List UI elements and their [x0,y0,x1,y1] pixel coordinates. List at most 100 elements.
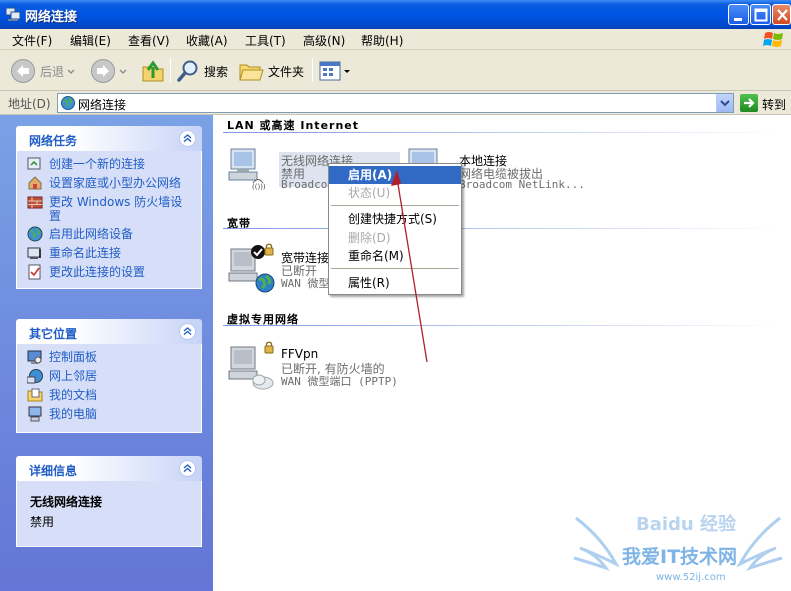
task-change-settings[interactable]: 更改此连接的设置 [27,264,193,280]
menu-view[interactable]: 查看(V) [128,32,170,49]
menu-file[interactable]: 文件(F) [12,32,52,49]
task-label: 更改此连接的设置 [49,265,146,279]
back-arrow-icon [11,59,35,83]
folders-label: 文件夹 [268,64,305,79]
network-globe-icon [61,96,75,110]
place-network-neighborhood[interactable]: 网上邻居 [27,369,193,384]
watermark-brand: Baidu 经验 [636,513,737,535]
place-control-panel[interactable]: 控制面板 [27,350,193,365]
forward-button[interactable] [90,57,130,85]
search-icon [177,60,198,82]
details-title: 详细信息 [29,464,78,478]
menu-tools[interactable]: 工具(T) [245,32,286,49]
menu-favorites[interactable]: 收藏(A) [186,32,228,49]
network-tasks-header[interactable]: 网络任务 [16,126,202,151]
details-connection-status: 禁用 [30,515,55,529]
home-network-icon [28,176,42,190]
folders-icon [239,64,264,81]
collapse-icon[interactable] [179,130,196,147]
task-create-connection[interactable]: 创建一个新的连接 [27,157,193,172]
watermark-logo: Baidu 经验 我爱IT技术网 www.52ij.com [573,513,783,583]
up-folder-button[interactable] [140,57,166,85]
place-label: 我的文档 [49,388,98,402]
address-label: 地址(D) [8,97,51,111]
address-dropdown[interactable] [716,94,733,112]
group-lan-header: LAN 或高速 Internet [227,119,360,132]
other-places-body: 控制面板 网上邻居 我的文档 我的电脑 [16,344,202,433]
collapse-icon[interactable] [179,323,196,340]
chevron-down-icon [67,69,75,74]
forward-arrow-icon [91,59,115,83]
wireless-connection-device: Broadcom [281,178,334,191]
menu-bar: 文件(F) 编辑(E) 查看(V) 收藏(A) 工具(T) 高级(N) 帮助(H… [0,29,791,50]
details-body: 无线网络连接 禁用 [16,481,202,547]
network-connections-icon [5,7,21,21]
place-label: 控制面板 [49,350,98,364]
task-label: 创建一个新的连接 [49,157,146,171]
control-panel-icon [27,350,42,364]
globe-icon [27,226,43,242]
chevron-down-icon [344,70,350,73]
place-my-documents[interactable]: 我的文档 [27,388,193,403]
task-label: 设置家庭或小型办公网络 [49,176,182,190]
menu-advanced[interactable]: 高级(N) [303,32,345,49]
back-label: 后退 [40,64,65,79]
views-button[interactable] [318,57,352,85]
window-title: 网络连接 [25,10,78,25]
group-divider [223,325,783,326]
other-places-header[interactable]: 其它位置 [16,319,202,344]
folders-button[interactable]: 文件夹 [238,57,304,85]
group-divider [223,132,783,133]
svg-text:(())): (())) [252,183,266,191]
go-arrow-icon [744,98,755,108]
watermark-url: www.52ij.com [656,572,726,583]
menu-help[interactable]: 帮助(H) [361,32,403,49]
wireless-connection-icon[interactable]: (())) [225,145,269,191]
chevron-down-icon [119,69,127,74]
address-input[interactable]: 网络连接 [57,93,734,113]
go-button[interactable] [740,94,758,112]
close-icon [777,9,788,21]
collapse-icon[interactable] [179,460,196,477]
go-label[interactable]: 转到 [762,96,786,113]
task-enable-device[interactable]: 启用此网络设备 [27,226,193,242]
my-computer-icon [28,406,42,422]
broadband-connection-icon[interactable] [227,243,279,293]
minimize-button[interactable] [728,4,749,25]
rename-icon [27,247,41,259]
task-rename-connection[interactable]: 重命名此连接 [27,246,193,261]
task-label: 更改 Windows 防火墙设置 [49,195,183,223]
address-value: 网络连接 [78,98,127,112]
minimize-icon [734,18,742,21]
network-tasks-body: 创建一个新的连接 设置家庭或小型办公网络 更改 Windows 防火墙设置 启用… [16,151,202,289]
windows-logo-icon [763,32,783,47]
up-folder-icon [142,60,164,82]
title-bar: 网络连接 [0,0,791,29]
search-button[interactable]: 搜索 [176,57,228,85]
address-bar: 地址(D) 网络连接 转到 [0,91,791,115]
other-places-panel: 其它位置 控制面板 网上邻居 我的文档 我的电脑 [16,319,202,433]
group-divider [223,228,783,229]
place-my-computer[interactable]: 我的电脑 [27,406,193,422]
close-button[interactable] [772,4,791,25]
task-firewall-settings[interactable]: 更改 Windows 防火墙设置 [27,195,193,223]
vpn-connection-icon[interactable] [227,341,279,391]
broadband-connection-device: WAN 微型 [281,277,330,290]
other-places-title: 其它位置 [29,327,78,341]
views-icon [319,61,341,81]
vpn-connection-title[interactable]: FFVpn [281,347,318,361]
place-label: 我的电脑 [49,407,98,421]
back-button[interactable]: 后退 [10,57,78,85]
details-connection-name: 无线网络连接 [30,495,103,509]
maximize-icon [754,8,768,22]
my-documents-icon [27,388,43,402]
firewall-icon [27,196,43,209]
toolbar: 后退 搜索 文件夹 [0,50,791,91]
annotation-arrow [391,170,428,363]
task-label: 启用此网络设备 [49,227,134,241]
task-setup-home-network[interactable]: 设置家庭或小型办公网络 [27,176,193,191]
local-connection-device: Broadcom NetLink... [459,178,585,191]
maximize-button[interactable] [750,4,771,25]
menu-edit[interactable]: 编辑(E) [70,32,111,49]
details-header[interactable]: 详细信息 [16,456,202,481]
